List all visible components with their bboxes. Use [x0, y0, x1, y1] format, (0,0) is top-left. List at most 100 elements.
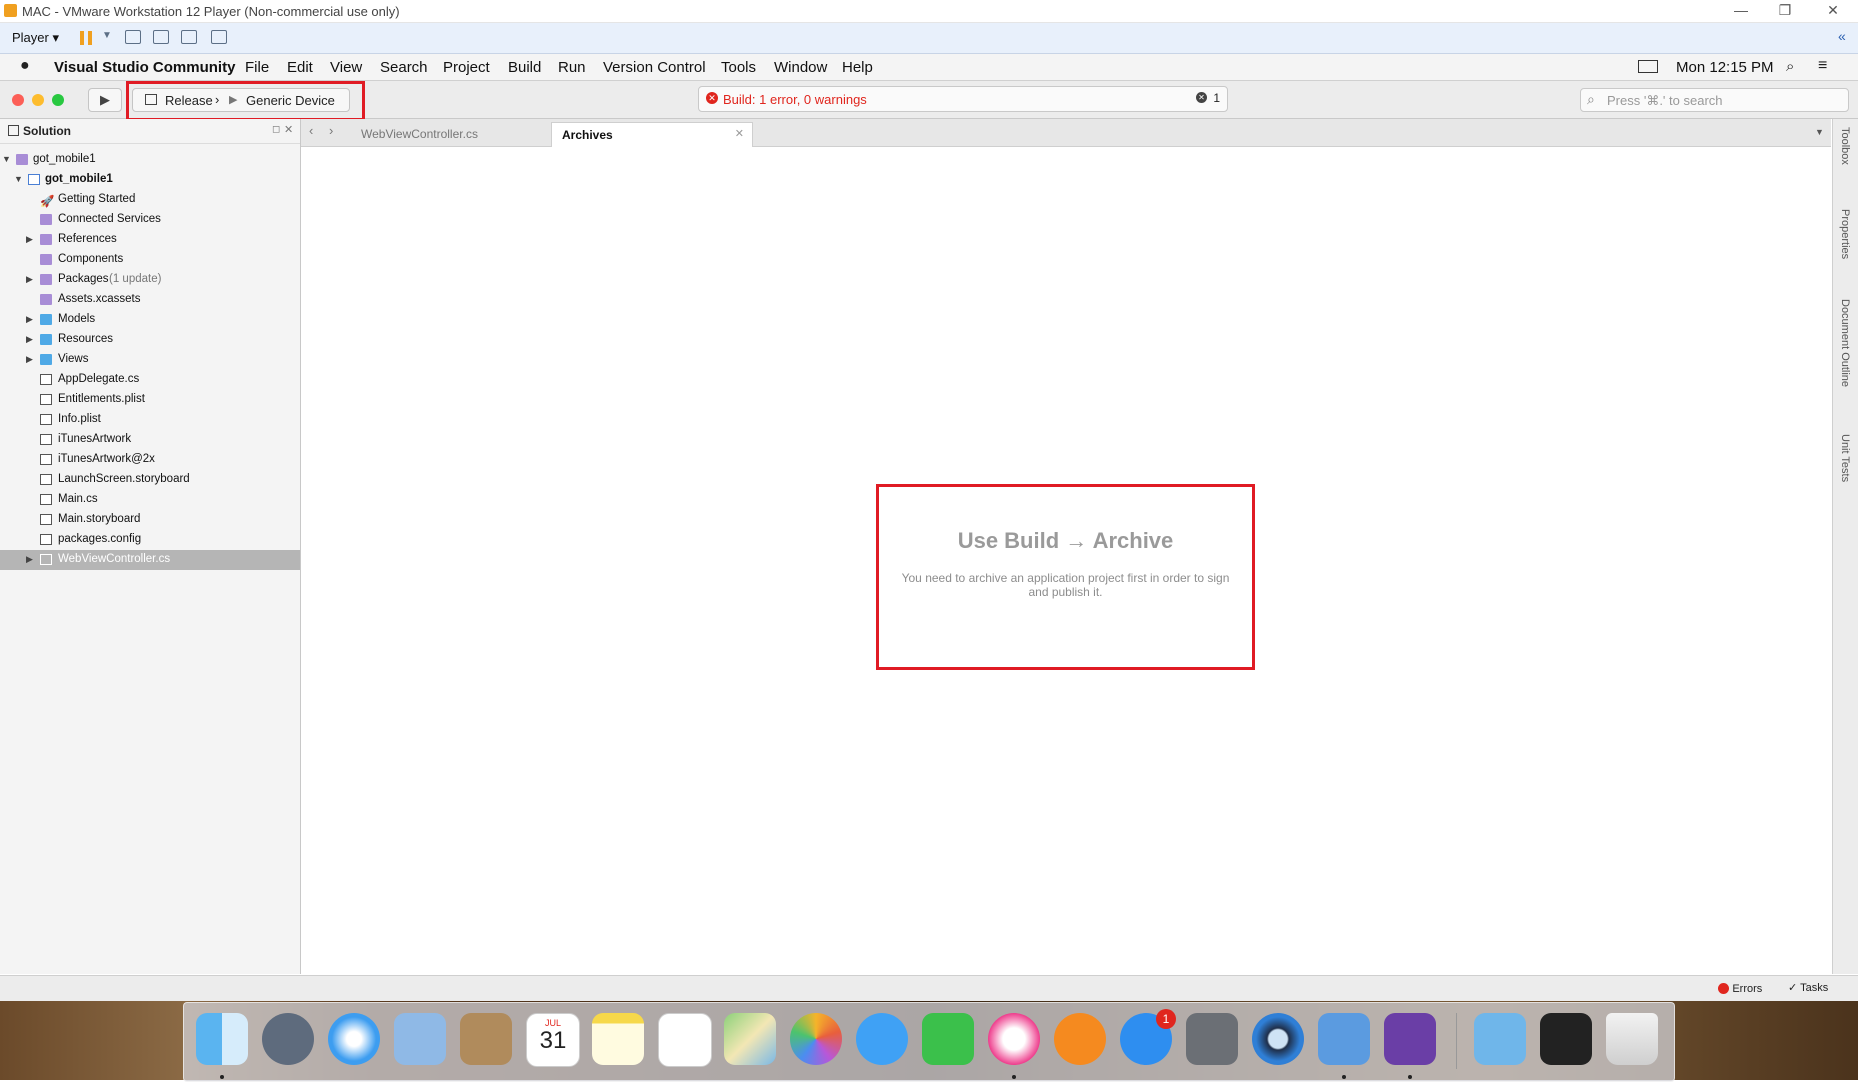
menu-file[interactable]: File: [245, 59, 269, 76]
toolbox-pad-tab[interactable]: Toolbox: [1839, 127, 1851, 165]
pause-dropdown-icon[interactable]: ▼: [102, 30, 112, 41]
tree-item-main-cs[interactable]: Main.cs: [0, 490, 300, 510]
menu-clock[interactable]: Mon 12:15 PM: [1676, 59, 1774, 76]
search-field[interactable]: ⌕ Press '⌘.' to search: [1580, 88, 1849, 112]
tree-item-main-storyboard[interactable]: Main.storyboard: [0, 510, 300, 530]
errors-pad-button[interactable]: Errors: [1718, 981, 1762, 995]
tree-item-webviewcontroller[interactable]: ▶ WebViewController.cs: [0, 550, 300, 570]
expand-closed-icon[interactable]: ▶: [26, 274, 33, 285]
document-outline-pad-tab[interactable]: Document Outline: [1839, 299, 1851, 387]
tree-item-packages[interactable]: ▶ Packages (1 update): [0, 270, 300, 290]
ibooks-icon[interactable]: [1054, 1013, 1106, 1065]
tree-item-launchscreen[interactable]: LaunchScreen.storyboard: [0, 470, 300, 490]
tree-item-appdelegate[interactable]: AppDelegate.cs: [0, 370, 300, 390]
pause-icon[interactable]: [80, 31, 92, 45]
nav-forward-icon[interactable]: ›: [329, 123, 333, 138]
maps-icon[interactable]: [724, 1013, 776, 1065]
fullscreen-icon[interactable]: [181, 30, 197, 44]
app-name-menu[interactable]: Visual Studio Community: [54, 59, 235, 76]
notification-center-icon[interactable]: ≡: [1818, 57, 1827, 75]
xcode-icon[interactable]: [1318, 1013, 1370, 1065]
contacts-icon[interactable]: [460, 1013, 512, 1065]
itunes-icon[interactable]: [988, 1013, 1040, 1065]
reminders-icon[interactable]: [658, 1013, 712, 1067]
applications-stack-icon[interactable]: [1540, 1013, 1592, 1065]
spotlight-icon[interactable]: ⌕: [1786, 58, 1794, 75]
menu-tools[interactable]: Tools: [721, 59, 756, 76]
tree-item-packages-config[interactable]: packages.config: [0, 530, 300, 550]
tree-item-solution[interactable]: ▼ got_mobile1: [0, 150, 300, 170]
expand-closed-icon[interactable]: ▶: [26, 334, 33, 345]
menu-version-control[interactable]: Version Control: [603, 59, 706, 76]
facetime-icon[interactable]: [922, 1013, 974, 1065]
window-minimize-button[interactable]: [32, 94, 44, 106]
launchpad-icon[interactable]: [262, 1013, 314, 1065]
tree-item-resources[interactable]: ▶ Resources: [0, 330, 300, 350]
folder-icon: [40, 334, 52, 345]
tree-item-connected-services[interactable]: Connected Services: [0, 210, 300, 230]
display-mirroring-icon[interactable]: [1638, 60, 1658, 73]
collapse-toolbar-icon[interactable]: «: [1838, 28, 1846, 44]
pad-dock-icon[interactable]: ◻: [272, 124, 280, 135]
menu-edit[interactable]: Edit: [287, 59, 313, 76]
calendar-icon[interactable]: JUL 31: [526, 1013, 580, 1067]
build-status-bar[interactable]: ✕ Build: 1 error, 0 warnings ✕ 1: [698, 86, 1228, 112]
mail-icon[interactable]: [394, 1013, 446, 1065]
menu-build[interactable]: Build: [508, 59, 541, 76]
player-menu-button[interactable]: Player ▾: [12, 30, 59, 46]
notes-icon[interactable]: [592, 1013, 644, 1065]
tree-item-assets[interactable]: Assets.xcassets: [0, 290, 300, 310]
tree-item-itunesartwork[interactable]: iTunesArtwork: [0, 430, 300, 450]
tab-archives[interactable]: Archives ✕: [551, 122, 753, 147]
visual-studio-icon[interactable]: [1384, 1013, 1436, 1065]
tree-item-entitlements[interactable]: Entitlements.plist: [0, 390, 300, 410]
pad-close-icon[interactable]: ✕: [284, 123, 293, 136]
references-folder-icon: [40, 234, 52, 245]
menu-window[interactable]: Window: [774, 59, 827, 76]
menu-help[interactable]: Help: [842, 59, 873, 76]
tree-item-project[interactable]: ▼ got_mobile1: [0, 170, 300, 190]
tab-overflow-icon[interactable]: ▼: [1815, 127, 1824, 137]
expand-closed-icon[interactable]: ▶: [26, 314, 33, 325]
system-preferences-icon[interactable]: [1186, 1013, 1238, 1065]
unit-tests-pad-tab[interactable]: Unit Tests: [1839, 434, 1851, 482]
restore-icon[interactable]: ❐: [1770, 2, 1800, 19]
downloads-folder-icon[interactable]: [1474, 1013, 1526, 1065]
expand-open-icon[interactable]: ▼: [2, 154, 11, 164]
properties-pad-tab[interactable]: Properties: [1839, 209, 1851, 259]
run-button[interactable]: ▶: [88, 88, 122, 112]
window-zoom-button[interactable]: [52, 94, 64, 106]
tree-item-itunesartwork2x[interactable]: iTunesArtwork@2x: [0, 450, 300, 470]
trash-icon[interactable]: [1606, 1013, 1658, 1065]
tree-item-getting-started[interactable]: 🚀 Getting Started: [0, 190, 300, 210]
expand-closed-icon[interactable]: ▶: [26, 354, 33, 365]
messages-icon[interactable]: [856, 1013, 908, 1065]
window-close-button[interactable]: [12, 94, 24, 106]
quicktime-icon[interactable]: [1252, 1013, 1304, 1065]
expand-closed-icon[interactable]: ▶: [26, 554, 33, 565]
minimize-icon[interactable]: —: [1726, 2, 1756, 18]
apple-menu-icon[interactable]: ●: [20, 57, 30, 75]
close-icon[interactable]: ✕: [1818, 2, 1848, 19]
tree-item-views[interactable]: ▶ Views: [0, 350, 300, 370]
menu-search[interactable]: Search: [380, 59, 428, 76]
menu-run[interactable]: Run: [558, 59, 586, 76]
tree-item-info-plist[interactable]: Info.plist: [0, 410, 300, 430]
tree-item-models[interactable]: ▶ Models: [0, 310, 300, 330]
menu-project[interactable]: Project: [443, 59, 490, 76]
photos-icon[interactable]: [790, 1013, 842, 1065]
tab-close-icon[interactable]: ✕: [735, 127, 744, 140]
tasks-pad-button[interactable]: ✓ Tasks: [1788, 981, 1828, 994]
unity-icon[interactable]: [211, 30, 227, 44]
tab-webviewcontroller[interactable]: WebViewController.cs: [351, 122, 547, 146]
tree-item-components[interactable]: Components: [0, 250, 300, 270]
menu-view[interactable]: View: [330, 59, 362, 76]
nav-back-icon[interactable]: ‹: [309, 123, 313, 138]
expand-closed-icon[interactable]: ▶: [26, 234, 33, 245]
send-ctrl-alt-del-icon[interactable]: [125, 30, 141, 44]
removable-devices-icon[interactable]: [153, 30, 169, 44]
safari-icon[interactable]: [328, 1013, 380, 1065]
tree-item-references[interactable]: ▶ References: [0, 230, 300, 250]
finder-icon[interactable]: [196, 1013, 248, 1065]
expand-open-icon[interactable]: ▼: [14, 174, 23, 184]
